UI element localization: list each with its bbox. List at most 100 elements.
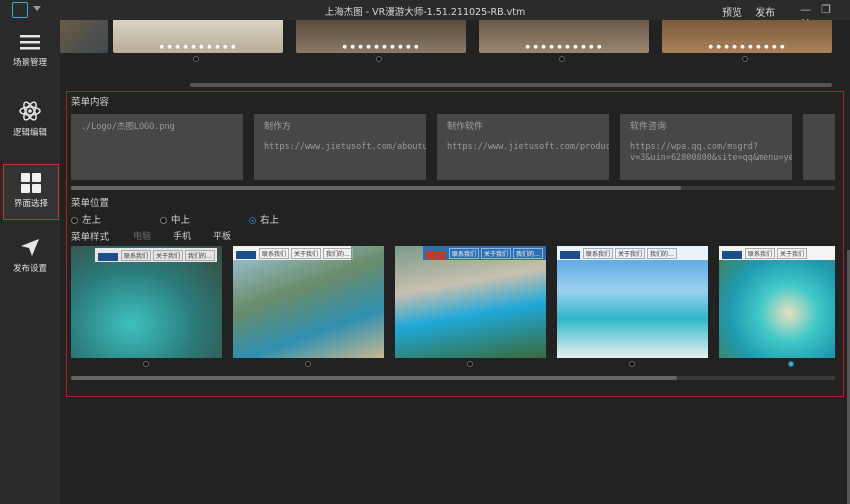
- brand-logo-icon: [560, 250, 580, 259]
- top-scrollbar[interactable]: [190, 83, 832, 87]
- preview-menu-button: 联系我们: [449, 248, 480, 259]
- card-scrollbar-thumb[interactable]: [71, 186, 681, 190]
- main-area: ● ● ● ● ● ● ● ● ● ● ● ● ● ● ● ● ● ● ● ● …: [60, 20, 850, 504]
- preview-menu-button: 关于我们: [153, 250, 184, 261]
- card-title: 软件咨询: [630, 122, 667, 132]
- scene-thumbnail[interactable]: ● ● ● ● ● ● ● ● ● ●: [479, 20, 649, 53]
- menu-style-preview[interactable]: 联系我们 关于我们 我们的...: [71, 246, 222, 358]
- hamburger-icon: [20, 35, 40, 50]
- preview-scrollbar-thumb[interactable]: [71, 376, 677, 380]
- scene-indicator-dot[interactable]: [376, 56, 382, 62]
- preview-indicator-dot[interactable]: [143, 361, 149, 367]
- title-bar: 上海杰图 - VR漫游大师-1.51.211025-RB.vtm 预览 发布 —…: [0, 0, 850, 29]
- brand-logo-icon: [722, 250, 742, 259]
- preview-indicator-dot[interactable]: [467, 361, 473, 367]
- style-tab-tablet[interactable]: 平板: [213, 229, 231, 242]
- sidebar-item-ui-select[interactable]: 界面选择: [3, 164, 59, 220]
- menu-content-card[interactable]: [803, 114, 835, 180]
- restore-icon[interactable]: ❐: [818, 3, 835, 16]
- menu-style-preview[interactable]: 联系我们 关于我们: [719, 246, 835, 358]
- preview-menu-button: 联系我们: [121, 250, 152, 261]
- atom-icon: [19, 101, 41, 121]
- scene-indicator-dot[interactable]: [193, 56, 199, 62]
- preview-menu-button: 联系我们: [583, 248, 614, 259]
- menu-style-preview[interactable]: 联系我们 关于我们 我们的...: [557, 246, 708, 358]
- preview-indicator-dot[interactable]: [629, 361, 635, 367]
- sidebar-item-scene-manage[interactable]: 场景管理: [0, 32, 60, 88]
- brand-logo-icon: [426, 250, 446, 259]
- scene-thumbnail[interactable]: [60, 20, 108, 53]
- position-radio-left-top[interactable]: 左上: [71, 212, 101, 226]
- brand-logo-icon: [98, 252, 118, 261]
- scene-indicator-dot[interactable]: [559, 56, 565, 62]
- card-value: https://www.jietusoft.com/products/vrtou…: [447, 141, 609, 152]
- position-radio-center-top[interactable]: 中上: [160, 212, 190, 226]
- grid-icon: [21, 173, 41, 193]
- card-title: 制作方: [264, 122, 292, 132]
- preview-menu-button: 关于我们: [481, 248, 512, 259]
- preview-menu-button: 关于我们: [615, 248, 646, 259]
- sidebar-item-label: 场景管理: [12, 58, 47, 68]
- scene-thumbnail[interactable]: ● ● ● ● ● ● ● ● ● ●: [296, 20, 466, 53]
- send-icon: [21, 239, 39, 256]
- preview-menu-button: 联系我们: [745, 248, 776, 259]
- scene-indicator-dot[interactable]: [742, 56, 748, 62]
- sidebar-item-label: 逻辑编辑: [12, 128, 47, 138]
- publish-button[interactable]: 发布: [755, 8, 775, 19]
- radio-dot: [71, 217, 78, 224]
- radio-dot: [249, 217, 256, 224]
- preview-button[interactable]: 预览: [722, 8, 742, 19]
- radio-dot: [160, 217, 167, 224]
- sidebar-item-label: 发布设置: [12, 264, 47, 274]
- thumbnail-dots: ● ● ● ● ● ● ● ● ● ●: [708, 44, 786, 50]
- preview-menu-bar: 联系我们 关于我们 我们的...: [423, 246, 546, 260]
- top-thumbnail-strip: ● ● ● ● ● ● ● ● ● ● ● ● ● ● ● ● ● ● ● ● …: [60, 20, 850, 92]
- menu-position-title: 菜单位置: [71, 198, 110, 209]
- card-value: https://wpa.qq.com/msgrd?v=3&uin=6280080…: [630, 141, 792, 163]
- preview-menu-button: 关于我们: [777, 248, 808, 259]
- radio-label: 右上: [260, 215, 280, 226]
- brand-logo-icon: [236, 250, 256, 259]
- menu-content-card[interactable]: 软件咨询 https://wpa.qq.com/msgrd?v=3&uin=62…: [620, 114, 792, 180]
- menu-settings-panel: 菜单内容 ./Logo/杰图LOGO.png 制作方 https://www.j…: [66, 91, 844, 397]
- thumbnail-dots: ● ● ● ● ● ● ● ● ● ●: [159, 44, 237, 50]
- sidebar-item-publish-settings[interactable]: 发布设置: [0, 236, 60, 292]
- sidebar-item-logic-edit[interactable]: 逻辑编辑: [0, 100, 60, 156]
- scene-thumbnail[interactable]: ● ● ● ● ● ● ● ● ● ●: [113, 20, 283, 53]
- preview-scrollbar[interactable]: [71, 376, 835, 380]
- title-actions: 预览 发布: [722, 4, 785, 19]
- radio-label: 中上: [171, 215, 191, 226]
- preview-menu-button: 我们的...: [647, 248, 677, 259]
- thumbnail-dots: ● ● ● ● ● ● ● ● ● ●: [525, 44, 603, 50]
- menu-content-card[interactable]: ./Logo/杰图LOGO.png: [71, 114, 243, 180]
- preview-menu-button: 我们的...: [323, 248, 353, 259]
- preview-menu-bar: 联系我们 关于我们 我们的...: [95, 248, 217, 262]
- menu-style-title: 菜单样式: [71, 232, 110, 243]
- position-radio-right-top[interactable]: 右上: [249, 212, 279, 226]
- sidebar: 场景管理 逻辑编辑 界面选择 发布设置: [0, 20, 60, 504]
- preview-menu-button: 我们的...: [513, 248, 543, 259]
- preview-menu-button: 关于我们: [291, 248, 322, 259]
- thumbnail-dots: ● ● ● ● ● ● ● ● ● ●: [342, 44, 420, 50]
- card-scrollbar[interactable]: [71, 186, 835, 190]
- card-value: https://www.jietusoft.com/aboutus/: [264, 141, 426, 152]
- preview-menu-button: 我们的...: [185, 250, 215, 261]
- card-title: 制作软件: [447, 122, 484, 132]
- preview-menu-bar: 联系我们 关于我们 我们的...: [557, 246, 708, 260]
- menu-style-preview[interactable]: 联系我们 关于我们 我们的...: [233, 246, 384, 358]
- menu-style-preview[interactable]: 联系我们 关于我们 我们的...: [395, 246, 546, 358]
- preview-menu-button: 联系我们: [259, 248, 290, 259]
- preview-indicator-dot-selected[interactable]: [788, 361, 794, 367]
- scene-thumbnail[interactable]: ● ● ● ● ● ● ● ● ● ●: [662, 20, 832, 53]
- card-value: ./Logo/杰图LOGO.png: [81, 122, 175, 132]
- preview-menu-bar: 联系我们 关于我们 我们的...: [233, 246, 353, 260]
- style-tab-mobile[interactable]: 手机: [173, 229, 191, 242]
- sidebar-item-label: 界面选择: [13, 199, 48, 209]
- minimize-icon[interactable]: —: [797, 3, 814, 16]
- preview-menu-bar: 联系我们 关于我们: [719, 246, 835, 260]
- style-tab-desktop[interactable]: 电脑: [133, 229, 151, 242]
- preview-indicator-dot[interactable]: [305, 361, 311, 367]
- menu-content-card[interactable]: 制作软件 https://www.jietusoft.com/products/…: [437, 114, 609, 180]
- menu-content-title: 菜单内容: [71, 97, 110, 108]
- menu-content-card[interactable]: 制作方 https://www.jietusoft.com/aboutus/: [254, 114, 426, 180]
